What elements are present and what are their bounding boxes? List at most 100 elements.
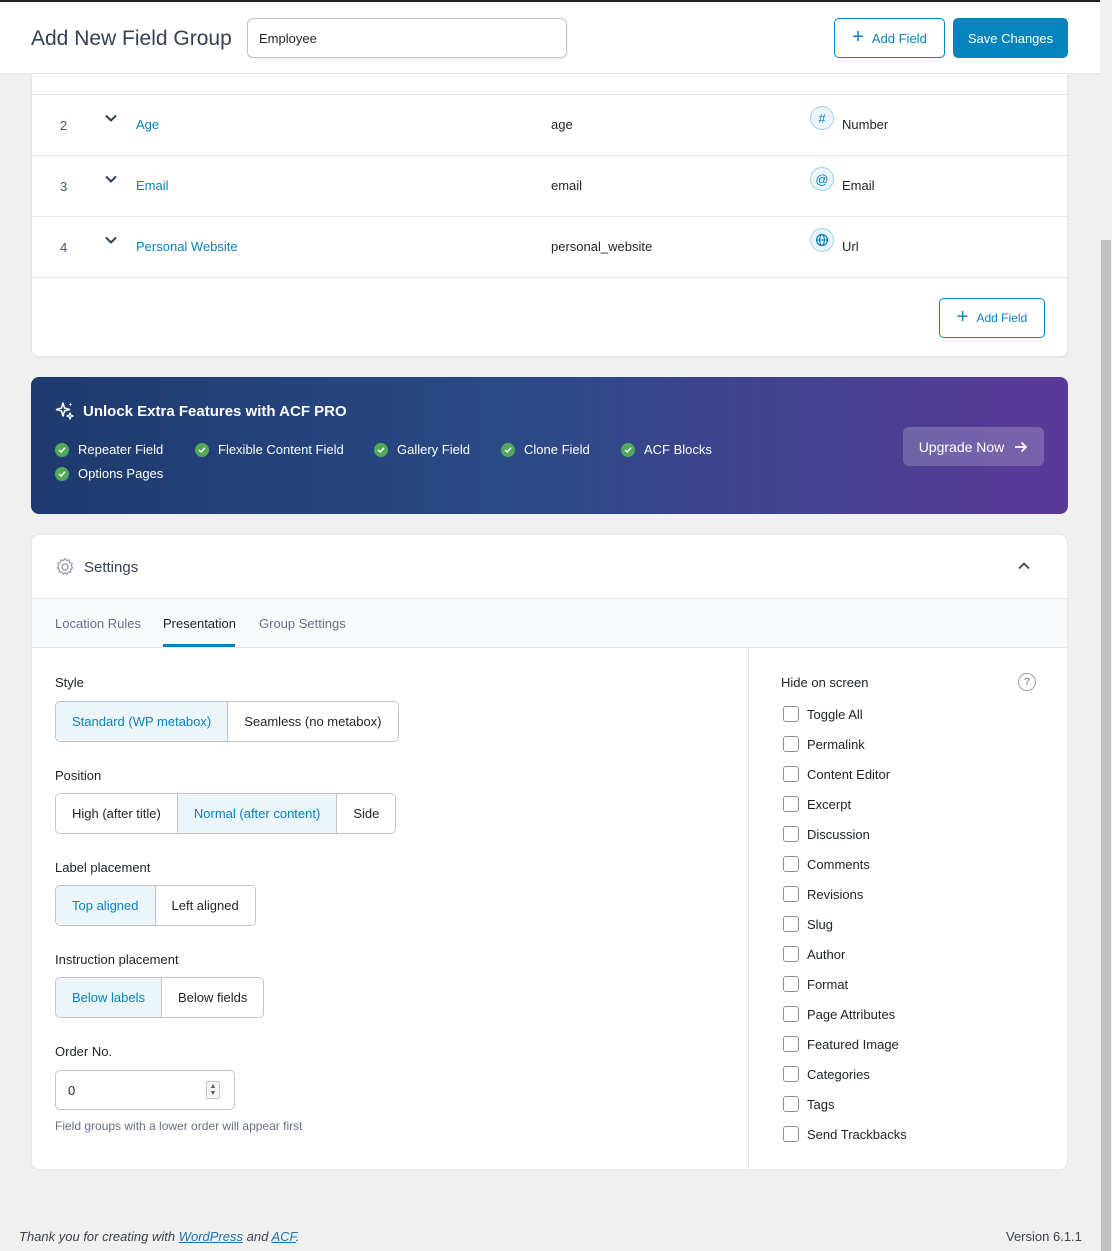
settings-header[interactable]: Settings — [32, 535, 1067, 599]
style-option-standard[interactable]: Standard (WP metabox) — [56, 702, 229, 741]
chevron-down-icon[interactable] — [104, 111, 118, 125]
footer-period: . — [295, 1229, 300, 1244]
checkbox-label: Page Attributes — [807, 1006, 896, 1022]
checkbox[interactable] — [783, 826, 799, 842]
url-icon — [810, 228, 834, 252]
tab-location-rules[interactable]: Location Rules — [55, 616, 141, 631]
checkbox[interactable] — [783, 736, 799, 752]
field-label-link[interactable]: Age — [136, 117, 159, 132]
checkbox[interactable] — [783, 766, 799, 782]
version-text: Version 6.1.1 — [1006, 1229, 1082, 1244]
checkbox[interactable] — [783, 886, 799, 902]
upgrade-now-button[interactable]: Upgrade Now — [903, 427, 1044, 466]
hide-permalink[interactable]: Permalink — [783, 736, 865, 752]
plus-icon: + — [956, 306, 969, 328]
hide-tags[interactable]: Tags — [783, 1096, 834, 1112]
hide-page-attributes[interactable]: Page Attributes — [783, 1006, 895, 1022]
label-placement-left[interactable]: Left aligned — [155, 886, 255, 925]
position-option-high[interactable]: High (after title) — [56, 794, 178, 833]
checkbox[interactable] — [783, 856, 799, 872]
hide-author[interactable]: Author — [783, 946, 845, 962]
position-option-side[interactable]: Side — [337, 794, 396, 833]
hide-comments[interactable]: Comments — [783, 856, 870, 872]
settings-title: Settings — [84, 559, 139, 576]
instruction-placement-label: Instruction placement — [55, 952, 179, 967]
label-placement-top[interactable]: Top aligned — [56, 886, 156, 925]
position-option-normal[interactable]: Normal (after content) — [177, 794, 338, 833]
add-field-button-bottom[interactable]: + Add Field — [939, 298, 1045, 338]
footer-thanks-text: Thank you for creating with — [19, 1229, 176, 1244]
field-order: 3 — [60, 179, 68, 194]
acf-link[interactable]: ACF — [271, 1229, 295, 1244]
instruction-below-labels[interactable]: Below labels — [56, 978, 162, 1017]
footer-credits: Thank you for creating with WordPress an… — [19, 1229, 299, 1244]
tab-group-settings[interactable]: Group Settings — [259, 616, 346, 631]
order-help-text: Field groups with a lower order will app… — [55, 1119, 303, 1133]
checkbox-label: Send Trackbacks — [807, 1126, 907, 1142]
add-field-label: Add Field — [871, 30, 927, 46]
stepper-up-icon[interactable]: ▲ — [210, 1083, 217, 1090]
chevron-up-icon[interactable] — [1017, 559, 1031, 573]
order-number-input[interactable]: 0 ▲ ▼ — [55, 1070, 235, 1110]
check-circle-icon — [621, 442, 635, 457]
checkbox[interactable] — [783, 1126, 799, 1142]
wordpress-link[interactable]: WordPress — [179, 1229, 243, 1244]
hide-slug[interactable]: Slug — [783, 916, 833, 932]
checkbox[interactable] — [783, 1036, 799, 1052]
checkbox-label: Comments — [807, 856, 870, 872]
hide-discussion[interactable]: Discussion — [783, 826, 870, 842]
feature-item: Repeater Field — [55, 442, 163, 457]
style-option-seamless[interactable]: Seamless (no metabox) — [228, 702, 398, 741]
checkbox[interactable] — [783, 706, 799, 722]
checkbox[interactable] — [783, 796, 799, 812]
instruction-below-fields[interactable]: Below fields — [162, 978, 264, 1017]
checkbox[interactable] — [783, 916, 799, 932]
field-row[interactable]: 4 Personal Website personal_website Url — [32, 216, 1069, 277]
arrow-right-icon — [1015, 441, 1028, 452]
tab-presentation[interactable]: Presentation — [163, 616, 236, 631]
page-scrollbar[interactable] — [1100, 0, 1112, 1251]
feature-label: ACF Blocks — [644, 442, 712, 457]
hide-format[interactable]: Format — [783, 976, 848, 992]
hide-content-editor[interactable]: Content Editor — [783, 766, 890, 782]
scrollbar-thumb[interactable] — [1101, 240, 1111, 1251]
order-label: Order No. — [55, 1044, 113, 1059]
footer-and-text: and — [246, 1229, 269, 1244]
checkbox[interactable] — [783, 1006, 799, 1022]
help-question-icon[interactable]: ? — [1018, 673, 1036, 691]
position-label: Position — [55, 768, 102, 783]
checkbox-label: Permalink — [807, 736, 865, 752]
field-row[interactable]: 3 Email email @ Email — [32, 155, 1069, 216]
hide-excerpt[interactable]: Excerpt — [783, 796, 851, 812]
checkbox[interactable] — [783, 976, 799, 992]
chevron-down-icon[interactable] — [104, 172, 118, 186]
feature-label: Flexible Content Field — [218, 442, 344, 457]
hide-on-screen-label: Hide on screen — [781, 675, 869, 690]
hide-categories[interactable]: Categories — [783, 1066, 870, 1082]
settings-panel: Settings Location Rules Presentation Gro… — [31, 534, 1068, 1170]
field-label-link[interactable]: Email — [136, 178, 169, 193]
field-name: personal_website — [551, 239, 653, 254]
field-order: 4 — [60, 240, 68, 255]
checkbox-label: Categories — [807, 1066, 870, 1082]
checkbox-label: Excerpt — [807, 796, 852, 812]
upgrade-label: Upgrade Now — [918, 438, 1005, 455]
hide-send-trackbacks[interactable]: Send Trackbacks — [783, 1126, 907, 1142]
field-label-link[interactable]: Personal Website — [136, 239, 238, 254]
checkbox[interactable] — [783, 946, 799, 962]
checkbox[interactable] — [783, 1066, 799, 1082]
hide-toggle-all[interactable]: Toggle All — [783, 706, 863, 722]
chevron-down-icon[interactable] — [104, 233, 118, 247]
checkbox-label: Content Editor — [807, 766, 891, 782]
quantity-stepper[interactable]: ▲ ▼ — [206, 1081, 220, 1099]
hide-revisions[interactable]: Revisions — [783, 886, 863, 902]
checkbox[interactable] — [783, 1096, 799, 1112]
hide-featured-image[interactable]: Featured Image — [783, 1036, 899, 1052]
stepper-down-icon[interactable]: ▼ — [210, 1090, 217, 1097]
field-row[interactable]: 2 Age age # Number — [32, 94, 1069, 155]
add-field-button-top[interactable]: + Add Field — [834, 18, 945, 58]
save-changes-button[interactable]: Save Changes — [953, 18, 1068, 58]
group-title-input[interactable] — [247, 18, 567, 58]
field-type: Url — [842, 239, 859, 254]
checkbox-label: Toggle All — [807, 706, 863, 722]
